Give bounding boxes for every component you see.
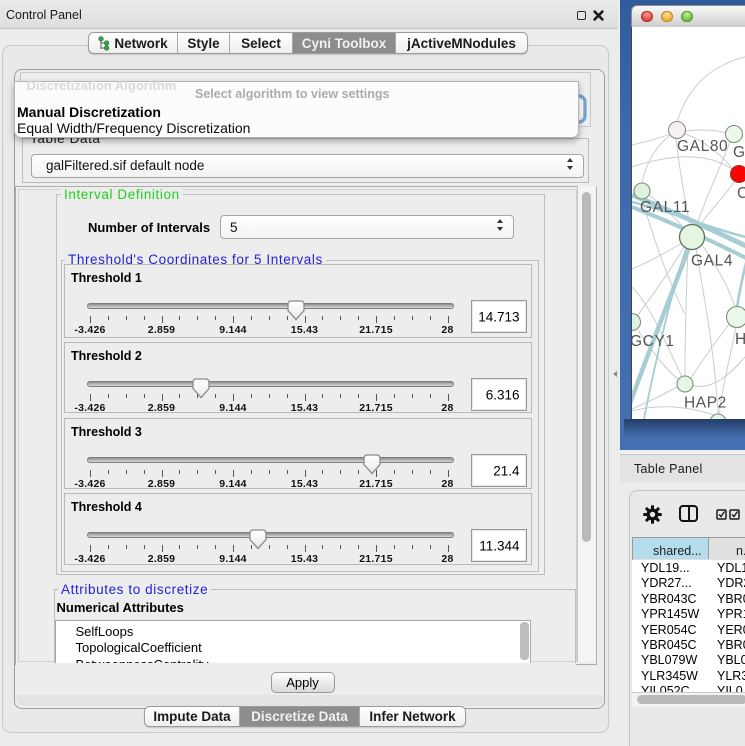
svg-text:H: H (735, 331, 745, 348)
svg-text:GAL4: GAL4 (691, 253, 733, 270)
svg-text:GCY1: GCY1 (632, 333, 675, 350)
svg-text:GAL11: GAL11 (640, 199, 690, 216)
svg-text:HAP2: HAP2 (684, 395, 727, 412)
svg-text:C: C (737, 185, 745, 202)
svg-text:GA: GA (733, 144, 745, 161)
svg-text:GAL80: GAL80 (677, 138, 728, 155)
